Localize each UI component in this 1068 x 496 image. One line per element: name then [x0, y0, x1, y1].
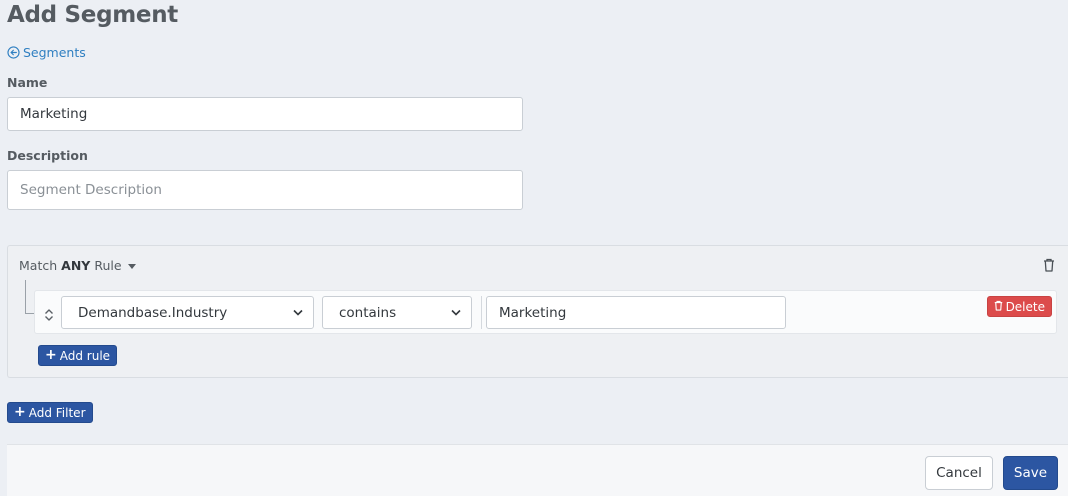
back-to-segments-link[interactable]: Segments	[7, 45, 86, 60]
add-rule-label: Add rule	[59, 348, 111, 363]
match-prefix: Match	[19, 258, 58, 273]
rule-field-select[interactable]: Demandbase.Industry	[61, 296, 314, 329]
sort-handle-icon[interactable]	[44, 306, 54, 325]
match-mode: ANY	[61, 258, 91, 273]
rule-operator-select[interactable]: contains	[322, 296, 472, 329]
page-title: Add Segment	[7, 2, 178, 28]
description-placeholder: Segment Description	[20, 182, 162, 198]
chevron-down-icon	[293, 309, 303, 316]
delete-rule-button[interactable]: Delete	[986, 296, 1052, 317]
add-filter-label: Add Filter	[28, 405, 86, 420]
delete-group-button[interactable]	[1043, 257, 1055, 276]
cancel-button[interactable]: Cancel	[925, 456, 993, 490]
delete-rule-label: Delete	[1005, 299, 1045, 314]
rule-value-text: Marketing	[499, 304, 567, 321]
caret-down-icon	[127, 264, 136, 269]
back-link-label: Segments	[23, 45, 86, 60]
name-label: Name	[7, 75, 48, 90]
back-circle-arrow-icon	[7, 46, 20, 59]
name-input[interactable]: Marketing	[7, 97, 523, 131]
description-input[interactable]: Segment Description	[7, 170, 523, 210]
plus-icon: +	[14, 404, 26, 420]
rule-field-value: Demandbase.Industry	[78, 304, 228, 321]
add-segment-page: Add Segment Segments Name Marketing Desc…	[0, 0, 1068, 496]
plus-icon: +	[45, 347, 57, 363]
description-label: Description	[7, 148, 88, 163]
name-input-value: Marketing	[20, 106, 88, 122]
chevron-down-icon	[451, 309, 461, 316]
rule-divider	[481, 296, 482, 329]
rule-group: Match ANY Rule Demandbase.Industry conta…	[7, 245, 1068, 378]
add-filter-button[interactable]: + Add Filter	[7, 402, 93, 423]
rule-operator-value: contains	[339, 304, 397, 321]
trash-icon	[1043, 257, 1055, 276]
rule-row: Demandbase.Industry contains Marketing D…	[34, 290, 1057, 334]
add-rule-button[interactable]: + Add rule	[38, 345, 118, 366]
form-footer: Cancel Save	[7, 444, 1068, 496]
match-suffix: Rule	[94, 258, 122, 273]
trash-icon	[994, 300, 1003, 314]
rule-value-input[interactable]: Marketing	[486, 296, 786, 329]
match-mode-dropdown[interactable]: Match ANY Rule	[19, 258, 136, 273]
save-button[interactable]: Save	[1003, 456, 1058, 490]
